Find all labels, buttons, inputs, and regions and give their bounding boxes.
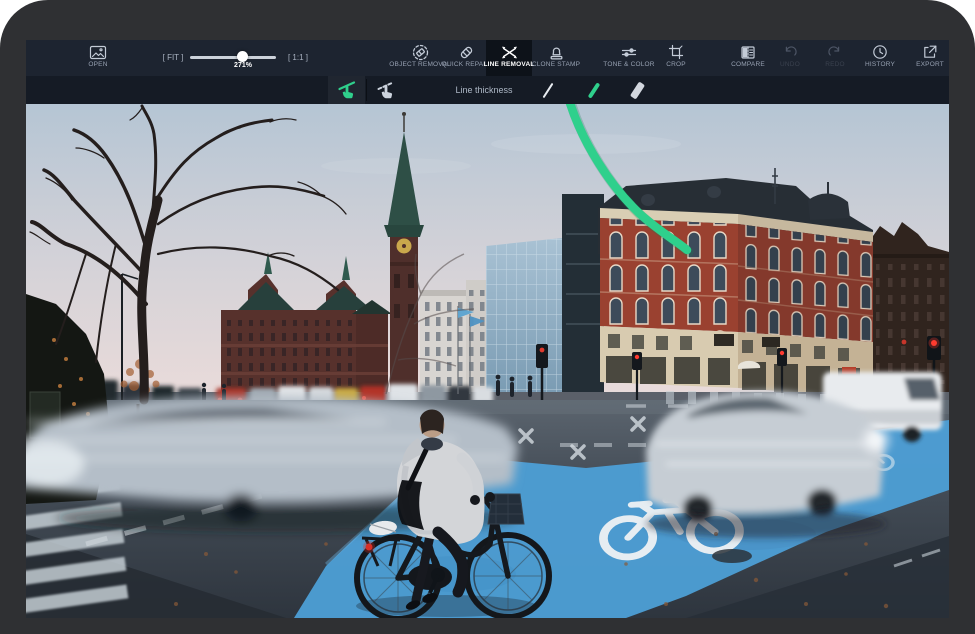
action-export[interactable]: EXPORT [904,40,949,76]
sliders-icon [620,44,638,60]
tool-crop[interactable]: CROP [650,40,702,76]
erase-line-hand-icon [375,79,397,101]
action-history[interactable]: HISTORY [854,40,906,76]
app-screen: OPEN [ FIT ] 271% [ 1:1 ] OBJECT REMOVAL [26,40,949,618]
line-removal-panel: Line thickness [26,76,949,104]
eraser-dashed-circle-icon [412,44,429,60]
fit-button[interactable]: [ FIT ] [151,53,195,62]
tool-quick-repair[interactable]: QUICK REPAIR [440,40,492,76]
tool-line-removal[interactable]: LINE REMOVAL [486,40,532,76]
zoom-slider-track[interactable] [190,56,276,59]
open-image-icon [89,44,107,60]
bandage-icon [458,44,475,60]
line-thickness-label: Line thickness [434,76,534,104]
zoom-slider-knob[interactable] [237,51,248,62]
thickness-medium-button[interactable] [577,76,611,104]
draw-line-marker-button[interactable] [328,76,365,104]
medium-line-sample [588,82,601,98]
blurred-car-right [646,391,892,538]
street-photo [26,104,949,618]
thick-line-sample [629,81,644,99]
redo-arrow-icon [827,44,843,60]
crossed-lines-icon [501,44,518,60]
thin-line-sample [543,82,554,97]
undo-arrow-icon [782,44,798,60]
photo-canvas[interactable] [26,104,949,618]
thickness-thick-button[interactable] [620,76,654,104]
erase-line-marker-button[interactable] [367,76,404,104]
crop-icon [668,44,684,60]
open-label: OPEN [88,61,107,68]
tool-tone-color[interactable]: TONE & COLOR [603,40,655,76]
manhole-cover [712,549,752,563]
zoom-value: 271% [221,62,265,69]
export-box-arrow-icon [922,44,938,60]
compare-panels-icon [740,44,756,60]
stamp-icon [548,44,565,60]
app-window: OPEN [ FIT ] 271% [ 1:1 ] OBJECT REMOVAL [0,0,975,634]
open-button[interactable]: OPEN [72,40,124,76]
one-to-one-button[interactable]: [ 1:1 ] [276,53,320,62]
history-clock-icon [872,44,888,60]
tool-clone-stamp[interactable]: CLONE STAMP [530,40,582,76]
thickness-thin-button[interactable] [531,76,565,104]
main-toolbar: OPEN [ FIT ] 271% [ 1:1 ] OBJECT REMOVAL [26,40,949,76]
tool-object-removal[interactable]: OBJECT REMOVAL [394,40,446,76]
draw-line-hand-icon [336,79,358,101]
